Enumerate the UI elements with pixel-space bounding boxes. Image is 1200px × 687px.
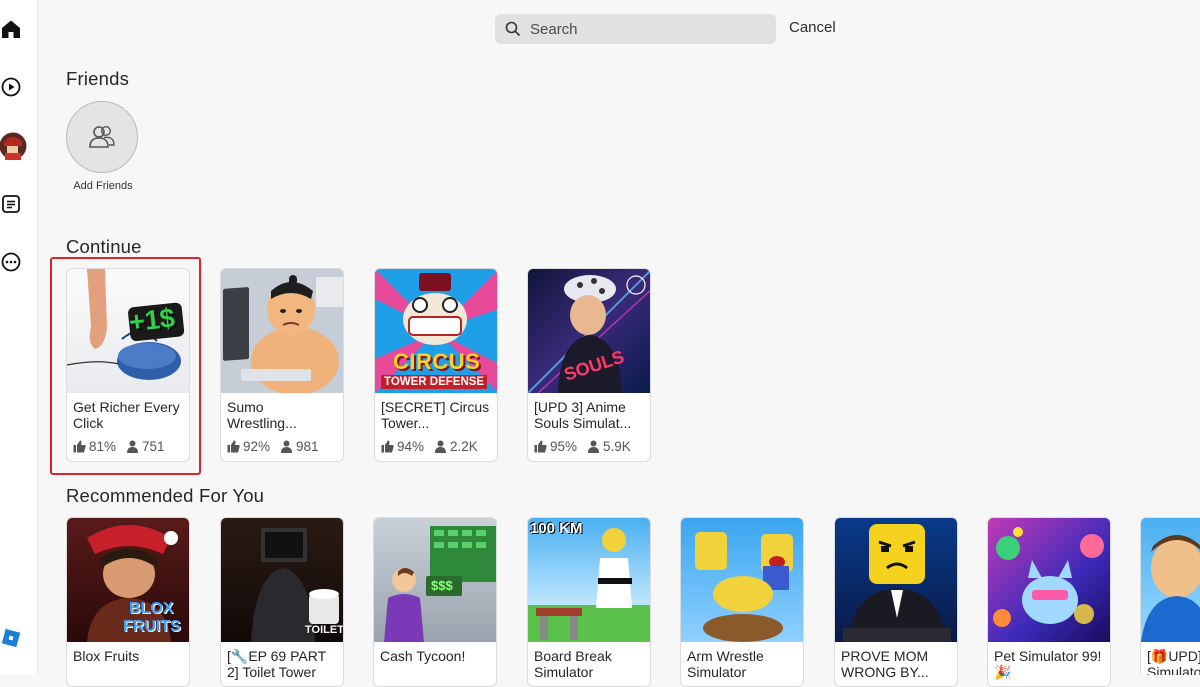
game-title: PROVE MOM WRONG BY... — [841, 649, 929, 680]
search-bar[interactable] — [495, 14, 776, 44]
game-thumbnail — [835, 518, 957, 642]
players-icon — [588, 440, 600, 453]
thumbnail-caption: TOILET — [305, 624, 344, 636]
thumbnail-caption: +1$ — [127, 302, 177, 338]
players-icon — [127, 440, 139, 453]
game-card-prove-mom[interactable]: PROVE MOM WRONG BY... — [834, 517, 958, 687]
add-friends-button[interactable] — [66, 101, 138, 173]
thumbs-up-icon — [381, 440, 394, 453]
game-thumbnail: SOULS — [528, 269, 650, 393]
thumbs-up-icon — [73, 440, 86, 453]
game-title: [UPD 3] Anime Souls Simulat... — [534, 400, 632, 431]
roblox-logo-icon[interactable] — [0, 627, 22, 649]
game-title: Cash Tycoon! — [380, 649, 466, 664]
game-card-toilet-tower[interactable]: TOILET [🔧EP 69 PART 2] Toilet Tower — [220, 517, 344, 687]
add-friends-label: Add Friends — [73, 180, 133, 192]
players-icon — [435, 440, 447, 453]
game-title: [🎁UPD] Simulator — [1147, 649, 1200, 675]
thumbnail-caption: $$$ — [431, 578, 453, 593]
game-title: Arm Wrestle Simulator — [687, 649, 764, 680]
game-rating: 94% — [397, 439, 425, 454]
game-thumbnail — [1141, 518, 1200, 642]
game-rating: 92% — [243, 439, 271, 454]
game-thumbnail: CIRCUS TOWER DEFENSE — [375, 269, 497, 393]
game-card-cash-tycoon[interactable]: $$$ Cash Tycoon! — [373, 517, 497, 687]
thumbs-up-icon — [227, 440, 240, 453]
game-card-sumo-wrestling[interactable]: Sumo Wrestling... 92% 981 — [220, 268, 344, 462]
game-card-circus-tower[interactable]: CIRCUS TOWER DEFENSE [SECRET] Circus Tow… — [374, 268, 498, 462]
game-title: Blox Fruits — [73, 649, 140, 664]
game-title: Get Richer Every Click — [73, 400, 180, 431]
game-thumbnail — [221, 269, 343, 393]
game-stats: 92% 981 — [227, 439, 337, 454]
game-card-anime-souls[interactable]: SOULS [UPD 3] Anime Souls Simulat... 95%… — [527, 268, 651, 462]
game-thumbnail: +1$ — [67, 269, 189, 393]
game-rating: 95% — [550, 439, 578, 454]
search-icon — [505, 21, 521, 37]
game-thumbnail: $$$ — [374, 518, 496, 642]
recommended-heading: Recommended For You — [66, 485, 265, 506]
game-thumbnail: BLOX FRUITS — [67, 518, 189, 642]
search-input[interactable] — [530, 20, 750, 38]
game-thumbnail — [681, 518, 803, 642]
play-icon[interactable] — [0, 76, 22, 98]
game-rating: 81% — [89, 439, 117, 454]
game-card-pet-simulator[interactable]: Pet Simulator 99! 🎉 — [987, 517, 1111, 687]
thumbnail-caption: BLOX — [129, 600, 174, 617]
players-icon — [281, 440, 293, 453]
game-thumbnail: TOILET — [221, 518, 344, 642]
game-thumbnail: 100 KM — [528, 518, 650, 642]
game-title: Board Break Simulator — [534, 649, 612, 680]
game-players: 2.2K — [450, 439, 478, 454]
game-card-blox-fruits[interactable]: BLOX FRUITS Blox Fruits — [66, 517, 190, 687]
thumbnail-subcaption: FRUITS — [123, 618, 181, 635]
continue-heading: Continue — [66, 236, 142, 257]
game-players: 981 — [296, 439, 319, 454]
game-card-board-break[interactable]: 100 KM Board Break Simulator — [527, 517, 651, 687]
avatar[interactable] — [0, 132, 27, 160]
add-friends-icon — [89, 125, 115, 148]
thumbnail-caption: CIRCUS — [393, 349, 481, 374]
game-card-upd-simulator[interactable]: [🎁UPD] Simulator — [1140, 517, 1200, 675]
game-players: 5.9K — [603, 439, 631, 454]
left-nav-rail — [0, 0, 38, 675]
game-title: Sumo Wrestling... — [227, 400, 297, 431]
game-title: [SECRET] Circus Tower... — [381, 400, 490, 431]
game-title: [🔧EP 69 PART 2] Toilet Tower — [227, 649, 326, 680]
home-icon[interactable] — [0, 18, 22, 40]
thumbnail-subcaption: TOWER DEFENSE — [381, 375, 488, 389]
cancel-button[interactable]: Cancel — [789, 19, 836, 36]
chat-icon[interactable] — [0, 193, 22, 215]
thumbs-up-icon — [534, 440, 547, 453]
game-stats: 94% 2.2K — [381, 439, 491, 454]
game-stats: 95% 5.9K — [534, 439, 644, 454]
thumbnail-caption: 100 KM — [530, 520, 583, 537]
game-stats: 81% 751 — [73, 439, 183, 454]
game-card-get-richer[interactable]: +1$ Get Richer Every Click 81% 751 — [66, 268, 190, 462]
more-icon[interactable] — [0, 251, 22, 273]
game-players: 751 — [142, 439, 165, 454]
game-card-arm-wrestle[interactable]: Arm Wrestle Simulator — [680, 517, 804, 687]
friends-heading: Friends — [66, 68, 130, 89]
game-thumbnail — [988, 518, 1110, 642]
game-title: Pet Simulator 99! 🎉 — [994, 649, 1102, 680]
partial-card-clip: [🎁UPD] Simulator — [1140, 517, 1200, 675]
